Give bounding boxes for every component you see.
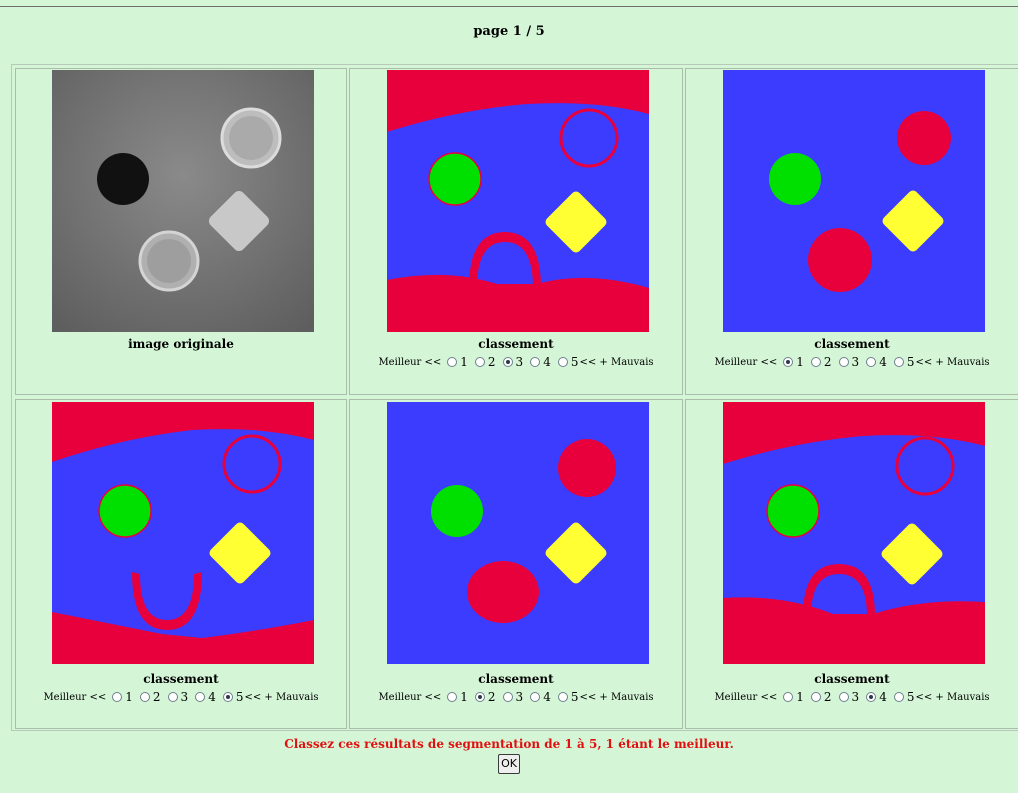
rank-radio-4[interactable] <box>866 357 877 367</box>
rank-selector: Meilleur << 1 2 3 4 5 << + Mauvais <box>378 690 654 704</box>
rank-radio-3[interactable] <box>502 692 513 702</box>
rank-radio-1[interactable] <box>783 357 794 367</box>
best-label: Meilleur << <box>378 691 442 703</box>
segmentation-image <box>387 70 649 332</box>
best-label: Meilleur << <box>714 356 778 368</box>
rank-radio-4[interactable] <box>195 692 206 702</box>
rank-radio-2[interactable] <box>474 692 485 702</box>
segmentation-image <box>723 70 985 332</box>
rank-radio-1[interactable] <box>447 692 458 702</box>
segmentation-cell-1: classement Meilleur << 1 2 3 4 5 << + Ma… <box>349 68 683 395</box>
rank-radio-5[interactable] <box>893 692 904 702</box>
rank-selector: Meilleur << 1 2 3 4 5 << + Mauvais <box>43 690 319 704</box>
segmentation-cell-4: classement Meilleur << 1 2 3 4 5 << + Ma… <box>349 399 683 729</box>
rank-radio-4[interactable] <box>530 692 541 702</box>
rank-radio-2[interactable] <box>810 692 821 702</box>
rank-radio-1[interactable] <box>112 692 123 702</box>
cell-caption: classement <box>478 337 554 351</box>
ok-button[interactable]: OK <box>498 754 520 774</box>
rank-radio-5[interactable] <box>557 357 568 367</box>
worst-label: << + Mauvais <box>915 356 990 368</box>
page-indicator: page 1 / 5 <box>473 24 545 39</box>
cell-caption: image originale <box>128 337 234 351</box>
segmentation-cell-5: classement Meilleur << 1 2 3 4 5 << + Ma… <box>685 399 1018 729</box>
rank-radio-1[interactable] <box>783 692 794 702</box>
cell-caption: classement <box>478 672 554 686</box>
cell-caption: classement <box>814 337 890 351</box>
worst-label: << + Mauvais <box>579 691 654 703</box>
rank-selector: Meilleur << 1 2 3 4 5 << + Mauvais <box>714 690 990 704</box>
instruction-text: Classez ces résultats de segmentation de… <box>284 737 734 751</box>
rank-radio-3[interactable] <box>167 692 178 702</box>
rank-selector: Meilleur << 1 2 3 4 5 << + Mauvais <box>714 355 990 369</box>
original-image-cell: image originale <box>15 68 347 395</box>
segmentation-cell-3: classement Meilleur << 1 2 3 4 5 << + Ma… <box>15 399 347 729</box>
segmentation-a2 <box>723 402 985 664</box>
rank-radio-4[interactable] <box>866 692 877 702</box>
rank-radio-4[interactable] <box>530 357 541 367</box>
segmentation-cell-2: classement Meilleur << 1 2 3 4 5 << + Ma… <box>685 68 1018 395</box>
top-divider <box>0 6 1018 7</box>
rank-radio-3[interactable] <box>838 357 849 367</box>
cell-caption: classement <box>143 672 219 686</box>
segmentation-image <box>387 402 649 664</box>
rank-radio-5[interactable] <box>222 692 233 702</box>
segmentation-image <box>52 402 314 664</box>
results-grid: image originale classement Meilleur << 1… <box>11 64 1018 731</box>
segmentation-b <box>723 70 985 332</box>
best-label: Meilleur << <box>714 691 778 703</box>
best-label: Meilleur << <box>43 691 107 703</box>
rank-radio-2[interactable] <box>474 357 485 367</box>
rank-radio-1[interactable] <box>447 357 458 367</box>
cell-caption: classement <box>814 672 890 686</box>
rank-selector: Meilleur << 1 2 3 4 5 << + Mauvais <box>378 355 654 369</box>
segmentation-c <box>52 402 314 664</box>
worst-label: << + Mauvais <box>579 356 654 368</box>
rank-radio-2[interactable] <box>139 692 150 702</box>
segmentation-image <box>723 402 985 664</box>
rank-radio-3[interactable] <box>502 357 513 367</box>
original-photo <box>52 70 314 332</box>
segmentation-b2 <box>387 402 649 664</box>
segmentation-a <box>387 70 649 332</box>
worst-label: << + Mauvais <box>244 691 319 703</box>
best-label: Meilleur << <box>378 356 442 368</box>
rank-radio-5[interactable] <box>557 692 568 702</box>
rank-radio-3[interactable] <box>838 692 849 702</box>
rank-radio-2[interactable] <box>810 357 821 367</box>
rank-radio-5[interactable] <box>893 357 904 367</box>
original-image <box>52 70 314 332</box>
worst-label: << + Mauvais <box>915 691 990 703</box>
